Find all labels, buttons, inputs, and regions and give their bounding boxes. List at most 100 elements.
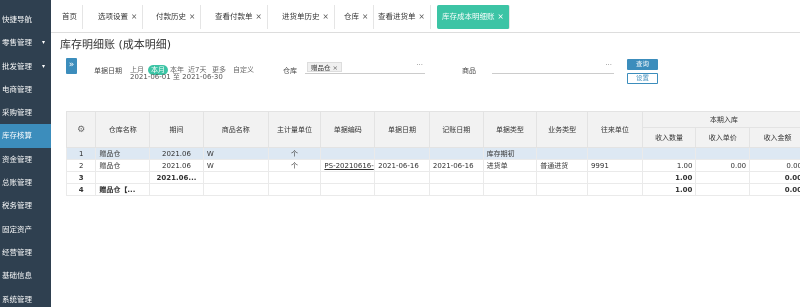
table-cell [320,171,376,184]
sidebar-item-top[interactable] [0,0,51,8]
sidebar-item-system[interactable]: 系统管理 [0,288,51,307]
table-cell [695,147,751,160]
table-cell: 赠品仓 [95,159,151,172]
close-icon[interactable]: × [189,12,195,21]
table-cell [641,147,697,160]
sidebar-item-label: 采购管理 [2,108,32,118]
column-header[interactable]: 业务类型 [536,111,588,148]
table-cell [428,147,484,160]
tab-view-payment[interactable]: 查看付款单 × [210,5,268,29]
table-cell: 2021.06 [149,159,204,172]
sidebar-item-quick-nav[interactable]: 快捷导航 [0,8,51,31]
sidebar-item-inventory[interactable]: 库存核算 [0,124,51,148]
expand-icon[interactable]: » [66,58,77,74]
more-icon[interactable]: ··· [416,61,423,69]
table-cell: 0.00 [749,183,800,196]
close-icon[interactable]: × [256,12,262,21]
table-cell [536,171,588,184]
warehouse-label: 仓库 [283,67,297,75]
sidebar-item-ecommerce[interactable]: 电商管理 [0,78,51,101]
more-icon[interactable]: ··· [605,61,612,69]
column-header[interactable]: 单据日期 [374,111,430,148]
goods-field[interactable]: ··· [492,61,614,74]
close-icon[interactable]: × [333,64,338,72]
period-custom[interactable]: 自定义 [233,65,254,75]
tab-label: 库存成本明细账 [442,12,495,21]
close-icon[interactable]: × [498,12,504,21]
goods-label: 商品 [462,67,476,75]
table-row[interactable]: 2 赠品仓 2021.06 W 个 PS-20210616- 2021-06-1… [66,159,800,172]
sidebar-item-label: 经营管理 [2,247,32,257]
column-header[interactable]: 收入单价 [695,127,751,148]
sidebar-item-label: 基础信息 [2,271,32,281]
column-header[interactable]: 主计量单位 [267,111,322,148]
close-icon[interactable]: × [323,12,329,21]
sidebar-item-tax[interactable]: 税务管理 [0,194,51,217]
settings-button[interactable]: 设置 [627,73,658,84]
table-row[interactable]: 3 2021.06... 1.00 0.00 [66,171,800,184]
close-icon[interactable]: × [419,12,425,21]
tab-label: 查看付款单 [215,12,253,21]
table-cell: 个 [267,159,322,172]
tab-payment-history[interactable]: 付款历史 × [151,5,202,29]
column-header[interactable]: 记账日期 [428,111,484,148]
sidebar-item-retail[interactable]: 零售管理 ▾ [0,31,51,54]
sidebar-item-purchase[interactable]: 采购管理 [0,101,51,124]
sidebar-item-wholesale[interactable]: 批发管理 ▾ [0,55,51,78]
tab-view-purchase[interactable]: 查看进货单 × [373,5,431,29]
tab-bar: 首页 选项设置 × 付款历史 × 查看付款单 × 进货单历史 × 仓库 × 查看进货单 × … [51,0,800,33]
tab-inventory-cost-ledger[interactable]: 库存成本明细账 × [437,5,510,29]
sidebar-item-funds[interactable]: 资金管理 [0,148,51,171]
table-cell: W [202,147,269,160]
column-header[interactable]: 收入数量 [641,127,697,148]
document-code-link[interactable]: PS-20210616- [320,159,376,172]
group-header: 本期入库 [641,111,800,128]
settings-icon[interactable]: ⚙ [66,111,97,148]
table-cell: 2021-06-16 [428,159,484,172]
table-cell [202,171,269,184]
sidebar-item-ledger[interactable]: 总账管理 [0,171,51,194]
tab-options[interactable]: 选项设置 × [93,5,144,29]
column-header[interactable]: 单据编码 [320,111,376,148]
row-number: 1 [66,147,97,160]
tab-label: 仓库 [344,12,359,21]
table-cell [536,147,588,160]
sidebar-item-label: 税务管理 [2,201,32,211]
table-cell [149,183,204,196]
query-button[interactable]: 查询 [627,59,658,70]
column-header[interactable]: 期间 [149,111,204,148]
table-cell [374,183,430,196]
tab-home[interactable]: 首页 [57,5,83,29]
table-cell [428,171,484,184]
table-cell: 个 [267,147,322,160]
sidebar-item-business[interactable]: 经营管理 [0,241,51,264]
table-cell [374,171,430,184]
warehouse-field[interactable]: 赠品仓 × ··· [305,61,425,74]
table-row[interactable]: 1 赠品仓 2021.06 W 个 库存期初 [66,147,800,160]
table-row[interactable]: 4 赠品仓【... 1.00 0.00 [66,183,800,196]
data-grid: ⚙ 仓库名称 期间 商品名称 主计量单位 单据编码 单据日期 记账日期 单据类型… [66,111,800,214]
page-title: 库存明细账 (成本明细) [60,38,172,51]
sidebar-item-basic-info[interactable]: 基础信息 [0,264,51,287]
table-cell [586,147,643,160]
date-range[interactable]: 2021-06-01 至 2021-06-30 [130,72,223,82]
table-cell: 0.00 [695,159,751,172]
sidebar-item-assets[interactable]: 固定资产 [0,218,51,241]
table-cell [695,171,751,184]
sidebar-item-label: 固定资产 [2,224,32,234]
table-cell [482,171,538,184]
close-icon[interactable]: × [362,12,368,21]
table-cell: 1.00 [641,183,697,196]
column-header[interactable]: 收入金额 [749,127,800,148]
column-header[interactable]: 往来单位 [586,111,643,148]
column-header[interactable]: 单据类型 [482,111,538,148]
tab-purchase-history[interactable]: 进货单历史 × [277,5,335,29]
close-icon[interactable]: × [131,12,137,21]
column-header[interactable]: 商品名称 [202,111,269,148]
column-header[interactable]: 仓库名称 [95,111,151,148]
sidebar-item-label: 库存核算 [2,131,32,141]
table-cell [482,183,538,196]
tab-warehouse[interactable]: 仓库 × [339,5,375,29]
warehouse-tag: 赠品仓 × [307,62,342,72]
table-cell [586,171,643,184]
